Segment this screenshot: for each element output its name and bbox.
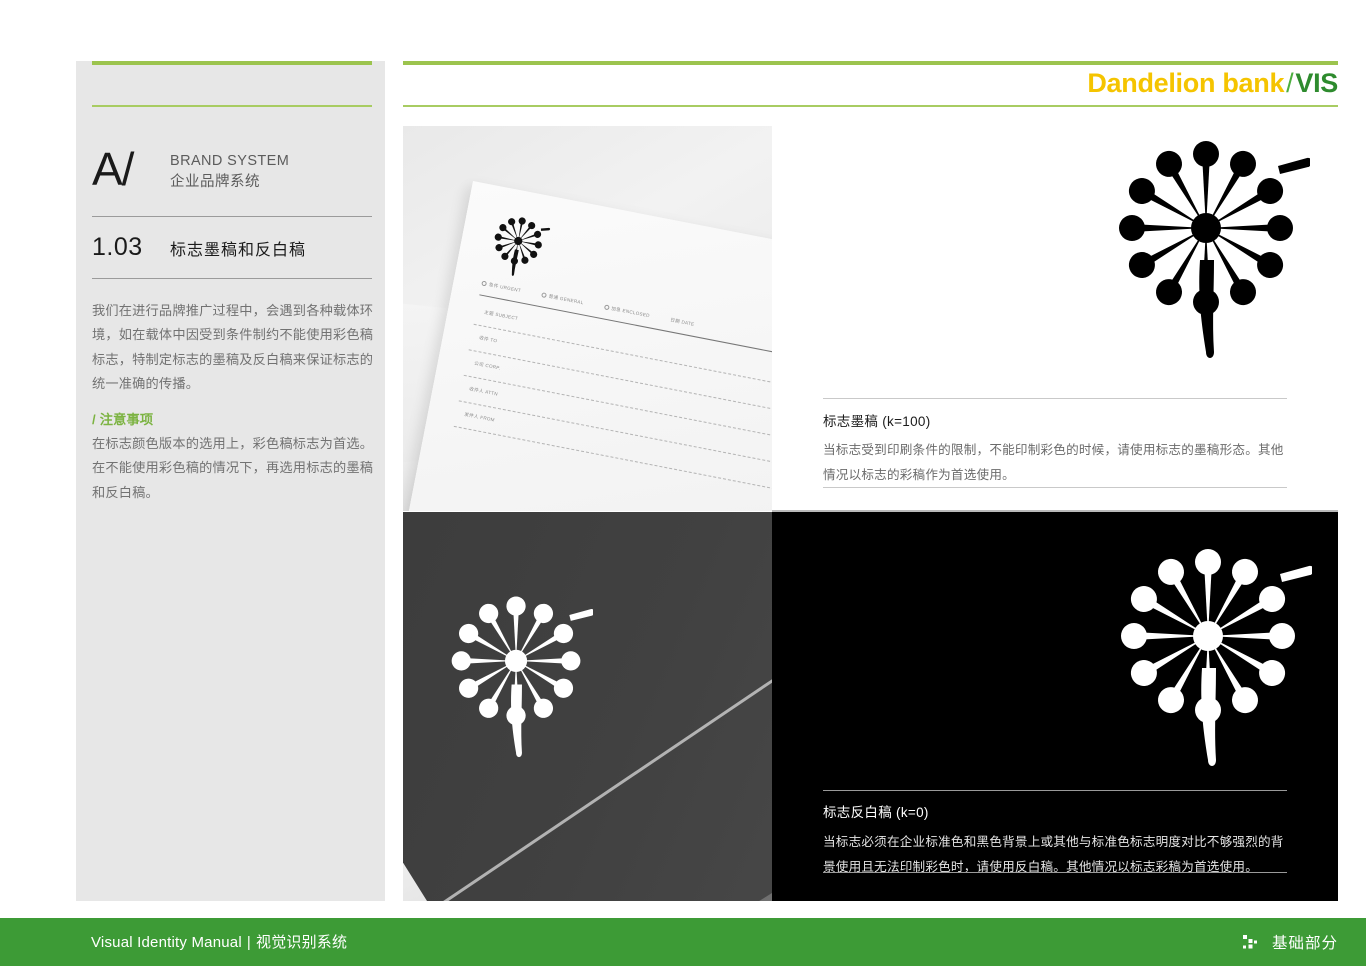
caption-2-rule-top: [823, 790, 1287, 791]
footer-separator: |: [246, 934, 251, 951]
letterhead-field-label: 发件人 FROM: [463, 411, 496, 423]
caption-1-title: 标志墨稿 (k=100): [823, 414, 931, 429]
footer-manual-en: Visual Identity Manual: [91, 934, 242, 951]
letterhead-field-label: 公司 CORP.: [473, 360, 502, 371]
footer-manual-cn: 视觉识别系统: [256, 934, 348, 951]
letterhead-field-label: 收件 TO: [478, 335, 498, 344]
letterhead-field-label: 收件人 ATTN: [468, 386, 499, 397]
dandelion-logo-ink-icon: [1119, 141, 1310, 358]
sidebar-divider-2: [92, 278, 372, 279]
photo-folder-dark: [403, 512, 772, 901]
sidebar-panel: A/ BRAND SYSTEM 企业品牌系统 1.03 标志墨稿和反白稿 我们在…: [76, 61, 385, 901]
sidebar-rule-second: [92, 105, 372, 107]
sidebar-paragraph: 我们在进行品牌推广过程中，会遇到各种载体环境，如在载体中因受到条件制约不能使用彩…: [92, 303, 374, 392]
dandelion-logo-white-icon: [451, 596, 593, 758]
sidebar-note-title: / 注意事项: [92, 412, 154, 427]
item-title: 标志墨稿和反白稿: [170, 242, 307, 259]
letterhead-date-label: 日期 DATE: [669, 317, 695, 327]
letterhead-option: 急件 URGENT: [481, 281, 521, 295]
letterhead-option-row: 急件 URGENT 普通 GENERAL 加急 ENCLOSED 日期 DATE: [481, 281, 772, 350]
footer-section-label: 基础部分: [1242, 931, 1338, 953]
letterhead-field-label: 主题 SUBJECT: [483, 309, 519, 322]
sidebar-rule-top: [92, 61, 372, 65]
sidebar-item-header: 1.03 标志墨稿和反白稿: [92, 233, 372, 262]
section-titles: BRAND SYSTEM 企业品牌系统: [170, 146, 289, 193]
letterhead-option: 加急 ENCLOSED: [603, 304, 650, 319]
letterhead-sheet: 急件 URGENT 普通 GENERAL 加急 ENCLOSED 日期 DATE…: [403, 181, 772, 511]
section-title-en: BRAND SYSTEM: [170, 153, 290, 169]
letterhead-field-line: [463, 374, 772, 443]
header-rule-second: [403, 105, 1338, 107]
caption-2-rule-bottom: [823, 872, 1287, 873]
dandelion-logo-reverse-icon: [1121, 549, 1312, 766]
letterhead-field-line: [453, 425, 772, 495]
sidebar-divider-1: [92, 216, 372, 217]
document-title: Dandelion bank/VIS: [1087, 68, 1338, 99]
document-title-brand: Dandelion bank: [1087, 68, 1285, 98]
letterhead-field-line: [468, 349, 772, 418]
footer-manual-label: Visual Identity Manual | 视觉识别系统: [91, 931, 347, 952]
header-rule-top: [403, 61, 1338, 65]
sidebar-note-body: 在标志颜色版本的选用上，彩色稿标志为首选。在不能使用彩色稿的情况下，再选用标志的…: [92, 436, 374, 500]
dandelion-logo-icon: [494, 217, 551, 276]
section-mark: A/: [92, 143, 134, 195]
item-number: 1.03: [92, 233, 143, 261]
photo-letterhead-light: 急件 URGENT 普通 GENERAL 加急 ENCLOSED 日期 DATE…: [403, 126, 772, 511]
footer-bar: Visual Identity Manual | 视觉识别系统 基础部分: [0, 918, 1366, 966]
caption-1-rule-bottom: [823, 487, 1287, 488]
caption-1-body: 当标志受到印刷条件的限制，不能印制彩色的时候，请使用标志的墨稿形态。其他情况以标…: [823, 442, 1284, 482]
letterhead-option: 普通 GENERAL: [541, 292, 584, 306]
caption-2-title: 标志反白稿 (k=0): [823, 805, 929, 820]
section-title-cn: 企业品牌系统: [170, 174, 260, 191]
document-title-slash: /: [1286, 68, 1294, 98]
footer-section-text: 基础部分: [1271, 935, 1338, 952]
caption-1-rule-top: [823, 398, 1287, 399]
document-title-suffix: VIS: [1295, 68, 1338, 98]
sidebar-section-header: A/ BRAND SYSTEM 企业品牌系统: [92, 146, 372, 193]
stair-dots-icon: [1242, 934, 1257, 948]
